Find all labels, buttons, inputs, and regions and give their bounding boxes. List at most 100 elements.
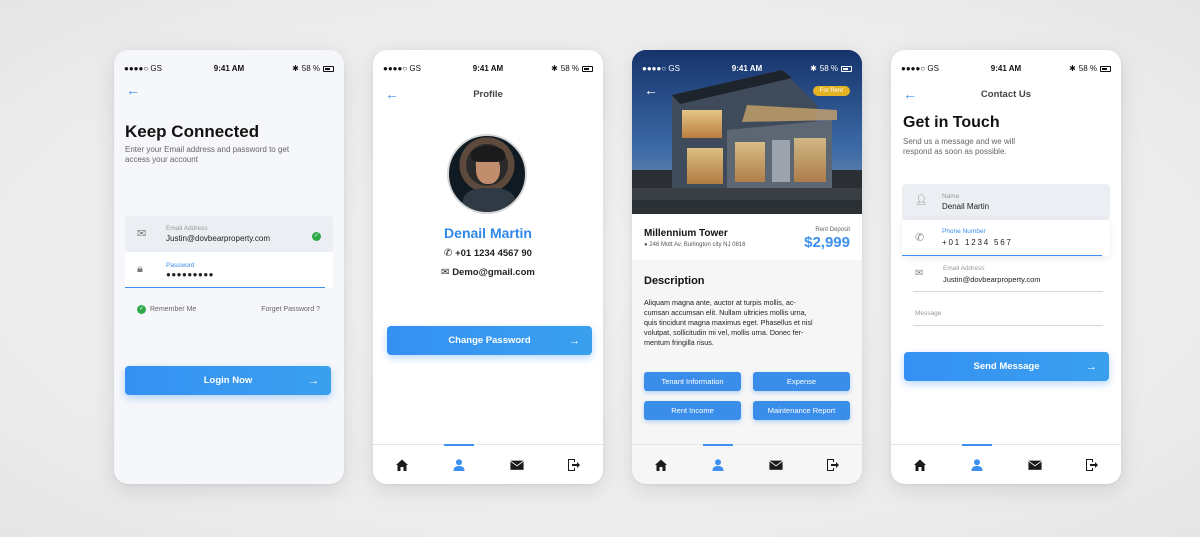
property-address: ● 246 Mott Av, Burlington city NJ 0816 bbox=[644, 242, 745, 248]
description-line: Aliquam magna ante, auctor at turpis mol… bbox=[644, 298, 796, 307]
password-value: ●●●●●●●●● bbox=[166, 270, 214, 279]
back-arrow-icon[interactable]: ← bbox=[644, 83, 658, 97]
tab-home[interactable] bbox=[373, 445, 431, 484]
back-arrow-icon[interactable]: ← bbox=[126, 83, 140, 97]
envelope-icon: ✉ bbox=[441, 267, 450, 278]
battery-status: ✱ 58 % bbox=[292, 64, 334, 73]
rent-income-button[interactable]: Rent Income bbox=[644, 401, 741, 420]
remember-check-icon[interactable]: ✓ bbox=[137, 305, 146, 314]
avatar bbox=[447, 134, 527, 214]
mail-icon bbox=[1027, 460, 1042, 470]
tab-logout[interactable] bbox=[1064, 445, 1122, 484]
battery-level: 58 % bbox=[1078, 64, 1097, 73]
battery-status: ✱ 58 % bbox=[551, 64, 593, 73]
logout-icon bbox=[568, 459, 581, 471]
tab-mail[interactable] bbox=[747, 445, 805, 484]
description-line: quis tincidunt magna maximus eget. Phase… bbox=[644, 318, 813, 327]
message-placeholder: Message bbox=[915, 310, 942, 317]
tab-mail[interactable] bbox=[1006, 445, 1064, 484]
bluetooth-icon: ✱ bbox=[551, 64, 558, 73]
bluetooth-icon: ✱ bbox=[810, 64, 817, 73]
page-title: Contact Us bbox=[980, 89, 1032, 100]
battery-icon bbox=[1100, 65, 1111, 72]
page-title: Keep Connected bbox=[125, 122, 260, 141]
tab-bar bbox=[632, 444, 862, 484]
phone-field[interactable]: ✆ Phone Number +01 1234 567 bbox=[902, 220, 1110, 256]
tab-profile[interactable] bbox=[431, 444, 489, 484]
email-value: Justin@dovbearproperty.com bbox=[166, 234, 271, 243]
login-button[interactable]: Login Now → bbox=[125, 366, 331, 395]
profile-email: ✉ Demo@gmail.com bbox=[373, 267, 603, 278]
tab-mail[interactable] bbox=[488, 445, 546, 484]
email-field[interactable]: ✉ Email Address Justin@dovbearproperty.c… bbox=[913, 262, 1103, 292]
user-icon bbox=[971, 459, 983, 471]
message-field[interactable]: Message bbox=[913, 308, 1103, 326]
description-line: mentum fringilla risus. bbox=[644, 338, 714, 347]
password-label: Password bbox=[166, 262, 195, 269]
status-bar: ●●●●○ GS 9:41 AM ✱ 58 % bbox=[891, 64, 1121, 76]
tab-profile[interactable] bbox=[949, 444, 1007, 484]
send-message-button[interactable]: Send Message → bbox=[904, 352, 1109, 381]
lock-icon: 🔒︎ bbox=[137, 263, 143, 275]
contact-subtitle: Send us a message and we will respond as… bbox=[903, 137, 1015, 157]
email-value: Justin@dovbearproperty.com bbox=[943, 275, 1041, 284]
contact-subtitle-line: Send us a message and we will bbox=[903, 137, 1016, 146]
page-subtitle: Enter your Email address and password to… bbox=[125, 145, 290, 165]
property-screen: ●●●●○ GS 9:41 AM ✱ 58 % ← For Rent Millen… bbox=[632, 50, 862, 484]
address-text: 246 Mott Av, Burlington city NJ 0816 bbox=[649, 242, 746, 248]
remember-me-label[interactable]: Remember Me bbox=[150, 306, 196, 313]
location-pin-icon: ● bbox=[644, 242, 648, 248]
phone-icon: ✆ bbox=[444, 248, 453, 259]
description-body: Aliquam magna ante, auctor at turpis mol… bbox=[644, 298, 856, 348]
tab-bar bbox=[891, 444, 1121, 484]
tab-logout[interactable] bbox=[805, 445, 863, 484]
status-bar: ●●●●○ GS 9:41 AM ✱ 58 % bbox=[373, 64, 603, 76]
tab-home[interactable] bbox=[632, 445, 690, 484]
mail-icon bbox=[509, 460, 524, 470]
description-title: Description bbox=[644, 275, 705, 287]
description-line: cumsan accumsan elit. Nullam ultricies m… bbox=[644, 308, 807, 317]
status-bar: ●●●●○ GS 9:41 AM ✱ 58 % bbox=[632, 64, 862, 76]
password-field[interactable]: 🔒︎ Password ●●●●●●●●● bbox=[125, 252, 333, 288]
page-title: Profile bbox=[473, 89, 503, 100]
phone-underline bbox=[902, 254, 1102, 256]
avatar-body bbox=[463, 188, 515, 212]
forgot-password-link[interactable]: Forget Password ? bbox=[261, 306, 320, 313]
home-icon bbox=[913, 459, 926, 471]
password-underline bbox=[125, 287, 325, 288]
deposit-value: $2,999 bbox=[804, 234, 850, 251]
name-field[interactable]: 👤︎ Name Denail Martin bbox=[902, 184, 1110, 220]
login-button-label: Login Now bbox=[203, 375, 253, 386]
phone-label: Phone Number bbox=[942, 228, 986, 235]
status-bar: ●●●●○ GS 9:41 AM ✱ 58 % bbox=[114, 64, 344, 76]
login-screen: ●●●●○ GS 9:41 AM ✱ 58 % ← Keep Connected … bbox=[114, 50, 344, 484]
arrow-right-icon: → bbox=[308, 374, 319, 387]
battery-level: 58 % bbox=[301, 64, 320, 73]
expense-button[interactable]: Expense bbox=[753, 372, 850, 391]
logout-icon bbox=[1086, 459, 1099, 471]
email-field[interactable]: ✉ Email Address Justin@dovbearproperty.c… bbox=[125, 216, 333, 252]
mail-icon bbox=[768, 460, 783, 470]
property-name: Millennium Tower bbox=[644, 228, 728, 239]
name-value: Denail Martin bbox=[942, 202, 990, 211]
contact-heading: Get in Touch bbox=[903, 114, 1000, 131]
logout-icon bbox=[827, 459, 840, 471]
send-message-label: Send Message bbox=[973, 361, 1040, 372]
battery-status: ✱ 58 % bbox=[810, 64, 852, 73]
user-outline-icon: 👤︎ bbox=[915, 195, 928, 206]
tab-home[interactable] bbox=[891, 445, 949, 484]
for-rent-badge: For Rent bbox=[812, 86, 850, 96]
tab-logout[interactable] bbox=[546, 445, 604, 484]
avatar-hair bbox=[471, 146, 505, 162]
maintenance-report-button[interactable]: Maintenance Report bbox=[753, 401, 850, 420]
profile-name: Denail Martin bbox=[444, 225, 532, 241]
change-password-button[interactable]: Change Password → bbox=[387, 326, 592, 355]
profile-phone: ✆ +01 1234 4567 90 bbox=[373, 248, 603, 259]
envelope-icon: ✉ bbox=[137, 228, 147, 240]
phone-value: +01 1234 4567 90 bbox=[455, 248, 532, 259]
arrow-right-icon: → bbox=[1086, 360, 1097, 373]
tab-profile[interactable] bbox=[690, 444, 748, 484]
bluetooth-icon: ✱ bbox=[292, 64, 299, 73]
phone-icon: ✆ bbox=[915, 232, 925, 244]
tenant-information-button[interactable]: Tenant Information bbox=[644, 372, 741, 391]
